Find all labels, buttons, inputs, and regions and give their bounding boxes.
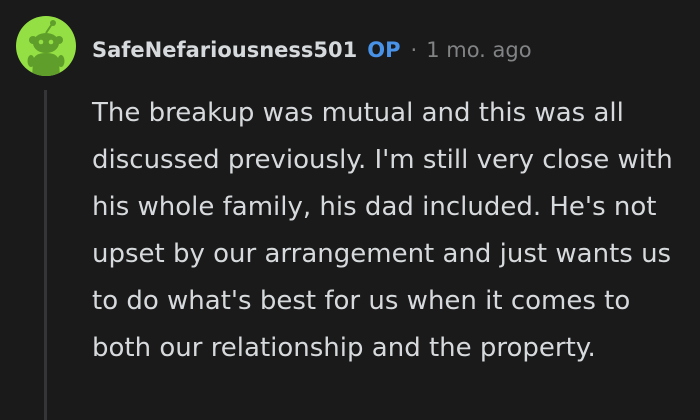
author-username[interactable]: SafeNefariousness501 bbox=[92, 38, 357, 62]
thread-collapse-line[interactable] bbox=[44, 90, 47, 420]
meta-separator: · bbox=[410, 38, 418, 62]
comment-meta: SafeNefariousness501 OP · 1 mo. ago bbox=[92, 34, 532, 66]
op-badge: OP bbox=[367, 38, 401, 62]
comment: SafeNefariousness501 OP · 1 mo. ago The … bbox=[0, 0, 700, 420]
comment-timestamp[interactable]: 1 mo. ago bbox=[426, 38, 531, 62]
comment-body: The breakup was mutual and this was all … bbox=[92, 98, 673, 363]
user-avatar[interactable] bbox=[16, 16, 76, 76]
snoo-avatar-icon bbox=[27, 20, 65, 76]
